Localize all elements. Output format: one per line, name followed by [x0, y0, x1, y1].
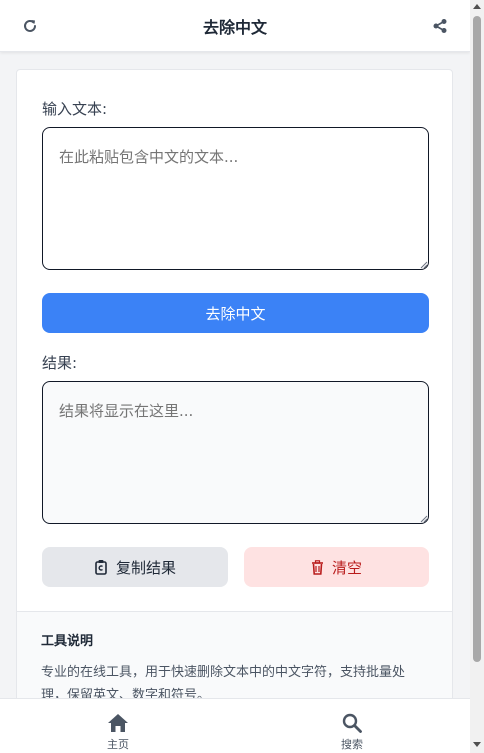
clear-label: 清空 [331, 558, 362, 577]
share-button[interactable] [430, 16, 450, 36]
refresh-button[interactable] [20, 16, 40, 36]
clipboard-icon [95, 560, 107, 575]
scrollbar-thumb[interactable] [473, 16, 481, 662]
input-label: 输入文本: [42, 100, 108, 118]
trash-icon [311, 559, 323, 575]
home-icon [108, 714, 128, 732]
clear-button[interactable]: 清空 [244, 547, 429, 587]
description-title: 工具说明 [41, 634, 94, 649]
nav-item-home[interactable]: 主页 [88, 713, 148, 752]
copy-result-button[interactable]: 复制结果 [42, 547, 228, 587]
scroll-down-arrow-icon[interactable] [473, 742, 481, 747]
result-textarea[interactable] [42, 381, 429, 524]
share-icon [433, 19, 447, 33]
copy-result-label: 复制结果 [115, 558, 176, 577]
resize-grip-icon[interactable] [420, 515, 428, 523]
nav-item-search[interactable]: 搜索 [322, 713, 382, 752]
page-title: 去除中文 [202, 17, 267, 37]
app-header: 去除中文 [0, 0, 470, 52]
resize-grip-icon[interactable] [420, 261, 428, 269]
refresh-icon [24, 19, 36, 32]
tool-card: 输入文本: 去除中文 结果: 复制结果 清空 工具说明 专业的在线工具，用于快速… [16, 69, 453, 709]
nav-label-search: 搜索 [341, 738, 363, 751]
tool-description: 工具说明 专业的在线工具，用于快速删除文本中的中文字符，支持批量处理，保留英文、… [17, 611, 452, 708]
remove-chinese-button[interactable]: 去除中文 [42, 293, 429, 333]
scroll-up-arrow-icon[interactable] [473, 4, 481, 9]
vertical-scrollbar[interactable] [470, 0, 484, 753]
input-textarea[interactable] [42, 127, 429, 270]
search-icon [342, 713, 362, 733]
result-label: 结果: [42, 354, 78, 372]
bottom-nav: 主页 搜索 [0, 698, 470, 753]
nav-label-home: 主页 [107, 738, 129, 751]
